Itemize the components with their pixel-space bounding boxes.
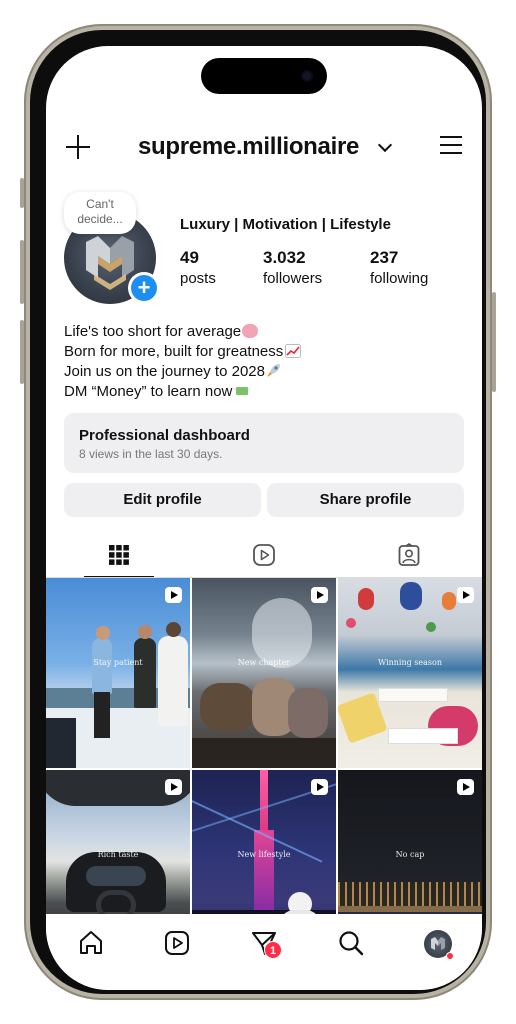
bio-line: DM “Money” to learn now [64,382,301,402]
post-caption: New chapter [237,658,291,667]
power-button [492,292,496,392]
stat-following[interactable]: 237 following [370,248,428,287]
stat-followers[interactable]: 3.032 followers [263,248,322,287]
posts-grid: Stay patient New chapter Winning season … [46,578,482,914]
brain-emoji-icon [242,324,259,338]
content-tabs [46,534,482,578]
grid-icon [109,545,129,565]
reel-icon [457,587,474,603]
post-caption: No cap [395,850,425,859]
chart-up-emoji-icon [285,344,302,358]
reels-icon [253,544,275,566]
tab-grid[interactable] [46,534,191,578]
stat-label: following [370,270,429,287]
bio-line: Life's too short for average [64,322,301,342]
professional-dashboard-card[interactable]: Professional dashboard 8 views in the la… [64,413,464,473]
post-tile[interactable]: Winning season [338,578,482,768]
post-tile[interactable]: New lifestyle [192,770,336,914]
share-profile-button[interactable]: Share profile [267,483,464,517]
messages-badge: 1 [264,941,282,959]
reels-icon [165,931,189,955]
stat-posts[interactable]: 49 posts [180,248,216,287]
reel-icon [165,779,182,795]
nav-reels[interactable] [162,928,192,958]
tab-tagged[interactable] [336,534,481,578]
post-caption: Winning season [377,658,442,667]
nav-messages[interactable]: 1 [249,928,282,959]
tab-reels[interactable] [191,534,336,578]
dashboard-title: Professional dashboard [79,427,250,444]
bio-line: Born for more, built for greatness [64,342,302,362]
stat-value: 3.032 [263,248,306,267]
reel-icon [311,587,328,603]
stat-label: followers [263,270,323,287]
rocket-emoji-icon [266,362,282,377]
post-caption: Stay patient [93,658,143,667]
post-tile[interactable]: No cap [338,770,482,914]
reel-icon [165,587,182,603]
home-icon [80,931,102,954]
post-caption: New lifestyle [237,850,291,859]
edit-profile-button[interactable]: Edit profile [64,483,261,517]
create-plus-icon[interactable] [66,135,90,159]
stat-value: 49 [180,248,199,267]
note-bubble[interactable]: Can't decide... [64,192,136,234]
action-button [20,178,24,208]
phone-bezel: supreme.millionaire + Can't decide... Lu… [30,30,486,994]
username-switcher[interactable]: supreme.millionaire [138,133,359,161]
screen: supreme.millionaire + Can't decide... Lu… [46,46,482,990]
notification-dot [446,952,454,960]
camera-icon [301,70,313,82]
stat-value: 237 [370,248,399,267]
add-story-button[interactable]: + [128,272,160,304]
search-icon [339,931,364,956]
chevron-down-icon[interactable] [377,137,393,153]
hamburger-menu-icon[interactable] [440,136,462,154]
category-line: Luxury | Motivation | Lifestyle [180,216,391,233]
profile-stats: 49 posts 3.032 followers 237 following [180,248,470,288]
bio: Life's too short for average Born for mo… [64,322,302,402]
plus-icon: + [131,275,157,301]
stat-label: posts [180,270,216,287]
post-tile[interactable]: Rich taste [46,770,190,914]
reel-icon [457,779,474,795]
bio-line: Join us on the journey to 2028 [64,362,301,382]
top-bar: supreme.millionaire [46,132,482,166]
money-wings-emoji-icon [233,384,252,398]
dynamic-island [201,58,327,94]
bottom-nav: 1 [46,914,482,990]
nav-profile[interactable] [422,928,454,960]
reel-icon [311,779,328,795]
nav-home[interactable] [76,928,106,958]
post-tile[interactable]: New chapter [192,578,336,768]
volume-down-button [20,320,24,384]
post-caption: Rich taste [97,850,139,859]
post-tile[interactable]: Stay patient [46,578,190,768]
volume-up-button [20,240,24,304]
nav-search[interactable] [336,928,366,958]
dashboard-subtitle: 8 views in the last 30 days. [79,447,223,461]
phone-frame: supreme.millionaire + Can't decide... Lu… [20,24,496,1000]
tagged-icon [398,543,420,566]
